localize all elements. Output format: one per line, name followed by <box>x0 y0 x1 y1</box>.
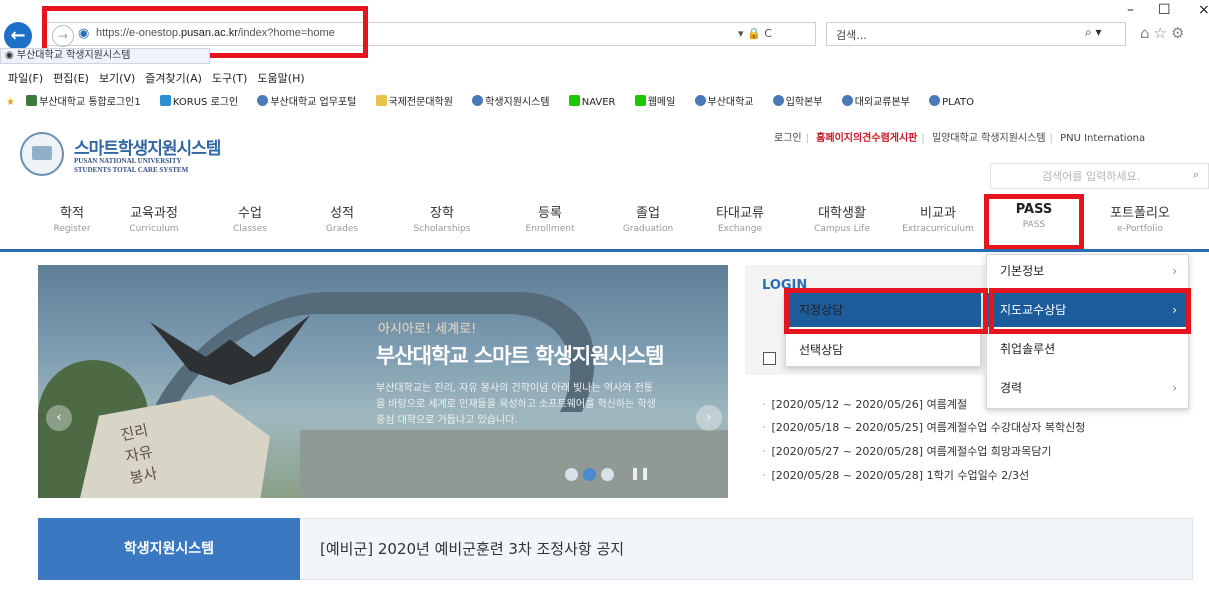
highlight-box-pass <box>984 194 1084 250</box>
menu-view[interactable]: 보기(V) <box>99 72 135 85</box>
menu-edit[interactable]: 편집(E) <box>53 72 89 85</box>
news-item[interactable]: · [2020/05/18 ~ 2020/05/25] 여름계절수업 수강대상자 … <box>762 419 1085 435</box>
nav-scholarships[interactable]: 장학 Scholarships <box>392 202 492 234</box>
banner-description: 부산대학교는 진리, 자유 봉사의 건학이념 아래 빛나는 역사와 전통을 바탕… <box>376 383 656 426</box>
login-link[interactable]: 로그인 <box>774 133 802 144</box>
nav-curriculum[interactable]: 교육과정 Curriculum <box>104 202 204 234</box>
back-button[interactable]: ← <box>4 22 32 50</box>
site-logo-title[interactable]: 스마트학생지원시스템 <box>74 134 221 159</box>
notice-tab[interactable]: 학생지원시스템 <box>38 518 300 580</box>
banner-slogan: 아시아로! 세계로! <box>378 322 477 337</box>
site-logo-subtitle-2: STUDENTS TOTAL CARE SYSTEM <box>74 166 189 174</box>
news-item[interactable]: · [2020/05/27 ~ 2020/05/28] 여름계절수업 희망과목담기 <box>762 443 1052 459</box>
close-button[interactable]: × <box>1198 2 1209 18</box>
fav-item[interactable]: 부산대학교 업무포털 <box>257 95 364 108</box>
browser-tab[interactable]: ◉ 부산대학교 학생지원시스템 <box>0 48 210 64</box>
nav-exchange[interactable]: 타대교류 Exchange <box>690 202 790 234</box>
fav-item[interactable]: 대외교류본부 <box>841 95 918 108</box>
menu-tools[interactable]: 도구(T) <box>212 72 248 85</box>
nav-enrollment[interactable]: 등록 Enrollment <box>500 202 600 234</box>
tab-title: 부산대학교 학생지원시스템 <box>16 50 131 61</box>
nav-graduation[interactable]: 졸업 Graduation <box>598 202 698 234</box>
menu-file[interactable]: 파일(F) <box>8 72 43 85</box>
fav-item[interactable]: 부산대학교 통합로그인1 <box>26 95 149 108</box>
favorites-bar: ★ 부산대학교 통합로그인1 KORUS 로그인 부산대학교 업무포털 국제전문… <box>6 93 990 108</box>
notice-text[interactable]: [예비군] 2020년 예비군훈련 3차 조정사항 공지 <box>320 538 624 559</box>
top-links: 로그인 | 홈페이지의견수렴게시판 | 밀양대학교 학생지원시스템 | PNU Int… <box>774 133 1146 144</box>
maximize-button[interactable]: ☐ <box>1158 2 1171 18</box>
banner-prev-icon[interactable]: ‹ <box>46 405 72 431</box>
browser-search-placeholder: 검색... <box>836 29 867 42</box>
favorites-star-icon[interactable]: ★ <box>6 97 15 108</box>
site-logo-subtitle-1: PUSAN NATIONAL UNIVERSITY <box>74 157 182 165</box>
minimize-button[interactable]: – <box>1127 2 1134 18</box>
fav-item[interactable]: 국제전문대학원 <box>375 95 461 108</box>
fav-item[interactable]: 웹메일 <box>634 95 684 108</box>
fav-item[interactable]: NAVER <box>568 95 624 108</box>
nav-grades[interactable]: 성적 Grades <box>292 202 392 234</box>
chevron-right-icon: › <box>1172 264 1177 278</box>
nav-classes[interactable]: 수업 Classes <box>200 202 300 234</box>
banner-dot-1[interactable] <box>565 468 578 481</box>
site-search-placeholder: 검색어를 입력하세요. <box>1042 170 1141 183</box>
browser-search-box[interactable] <box>826 22 1126 46</box>
chevron-right-icon: › <box>1172 381 1177 395</box>
nav-campus-life[interactable]: 대학생활 Campus Life <box>792 202 892 234</box>
nav-extracurriculum[interactable]: 비교과 Extracurriculum <box>888 202 988 234</box>
menu-item-basic-info[interactable]: 기본정보 › <box>986 254 1189 288</box>
seal-emblem-icon <box>32 146 52 160</box>
banner-title: 부산대학교 스마트 학생지원시스템 <box>376 344 664 368</box>
menu-item-career[interactable]: 경력 › <box>986 371 1189 405</box>
menu-help[interactable]: 도움말(H) <box>257 72 304 85</box>
highlight-box-advisor <box>989 288 1191 334</box>
feedback-board-link[interactable]: 홈페이지의견수렴게시판 <box>816 133 917 144</box>
news-item[interactable]: · [2020/05/28 ~ 2020/05/28] 1학기 수업일수 2/3선 <box>762 467 1029 483</box>
address-tools[interactable]: ▾ 🔒 C <box>738 27 772 40</box>
fav-item[interactable]: KORUS 로그인 <box>159 95 246 108</box>
pnu-international-link[interactable]: PNU Internationa <box>1060 133 1145 144</box>
home-star-gear-icons[interactable]: ⌂☆⚙ <box>1140 24 1188 42</box>
banner-dot-3[interactable] <box>601 468 614 481</box>
nav-portfolio[interactable]: 포트폴리오 e-Portfolio <box>1090 202 1190 234</box>
nav-underline <box>0 249 1209 252</box>
banner-building <box>300 430 728 498</box>
banner-pause-icon[interactable]: ❚❚ <box>630 466 650 480</box>
save-id-checkbox[interactable] <box>763 352 776 365</box>
news-item[interactable]: · [2020/05/12 ~ 2020/05/26] 여름계절 <box>762 396 967 412</box>
banner-dot-2[interactable] <box>583 468 596 481</box>
fav-item[interactable]: 입학본부 <box>772 95 831 108</box>
fav-item[interactable]: 부산대학교 <box>694 95 762 108</box>
miryang-link[interactable]: 밀양대학교 학생지원시스템 <box>932 133 1046 144</box>
menu-item-career-solution[interactable]: 취업솔루션 <box>986 332 1189 366</box>
submenu-item-elective-counseling[interactable]: 선택상담 <box>785 333 981 367</box>
fav-item[interactable]: 학생지원시스템 <box>472 95 557 108</box>
fav-item[interactable]: PLATO <box>929 95 982 108</box>
browser-search-icon[interactable]: ⌕ ▾ <box>1085 25 1102 40</box>
site-search-icon[interactable]: ⌕ <box>1193 168 1199 182</box>
banner-next-icon[interactable]: › <box>696 405 722 431</box>
highlight-box-assigned <box>784 288 988 334</box>
menu-favorites[interactable]: 즐겨찾기(A) <box>145 72 202 85</box>
menu-bar: 파일(F) 편집(E) 보기(V) 즐겨찾기(A) 도구(T) 도움말(H) <box>8 70 315 86</box>
tab-favicon-icon: ◉ <box>5 50 17 61</box>
